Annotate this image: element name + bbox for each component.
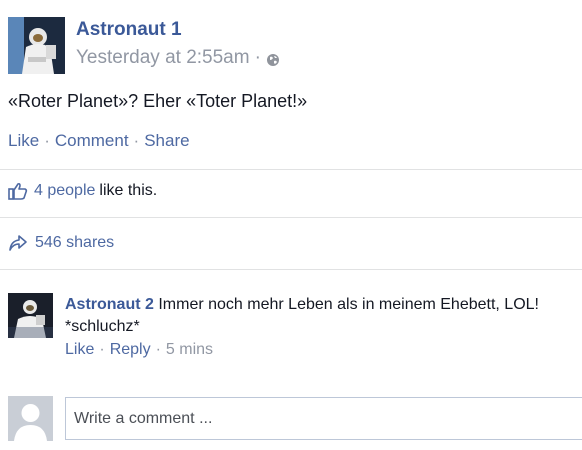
action-separator: · — [99, 341, 105, 358]
share-link[interactable]: Share — [144, 131, 189, 151]
divider — [0, 169, 582, 170]
comment-time[interactable]: 5 mins — [166, 341, 213, 359]
comment-author-name[interactable]: Astronaut 2 — [65, 296, 154, 313]
post-timestamp[interactable]: Yesterday at 2:55am — [76, 47, 250, 69]
like-link[interactable]: Like — [8, 131, 39, 151]
divider — [0, 269, 582, 270]
shares-count-link[interactable]: 546 shares — [35, 234, 114, 252]
thumbs-up-icon — [8, 182, 28, 200]
globe-icon[interactable] — [266, 53, 280, 67]
likes-summary: 4 people like this. — [8, 182, 157, 200]
current-user-avatar — [8, 396, 53, 441]
action-separator: · — [133, 131, 140, 150]
comment-body: Astronaut 2 Immer noch mehr Leben als in… — [65, 294, 582, 338]
divider — [0, 217, 582, 218]
action-separator: · — [44, 131, 50, 150]
author-avatar[interactable] — [8, 17, 65, 74]
post-meta: Yesterday at 2:55am · — [76, 47, 280, 69]
likes-count-link[interactable]: 4 people — [34, 182, 95, 200]
write-comment-input[interactable] — [65, 397, 582, 440]
shares-summary: 546 shares — [8, 234, 114, 252]
comment-like-link[interactable]: Like — [65, 341, 94, 359]
comment-actions: Like · Reply · 5 mins — [65, 341, 213, 359]
likes-suffix: like this. — [99, 182, 158, 199]
meta-separator: · — [254, 47, 261, 68]
post-text: «Roter Planet»? Eher «Toter Planet!» — [8, 91, 308, 111]
share-arrow-icon — [9, 235, 27, 251]
comment-reply-link[interactable]: Reply — [110, 341, 151, 359]
post-actions: Like · Comment · Share — [8, 131, 190, 151]
commenter-avatar[interactable] — [8, 293, 53, 338]
action-separator: · — [155, 341, 161, 358]
post-author-name[interactable]: Astronaut 1 — [76, 19, 182, 41]
comment-link[interactable]: Comment — [55, 131, 129, 151]
